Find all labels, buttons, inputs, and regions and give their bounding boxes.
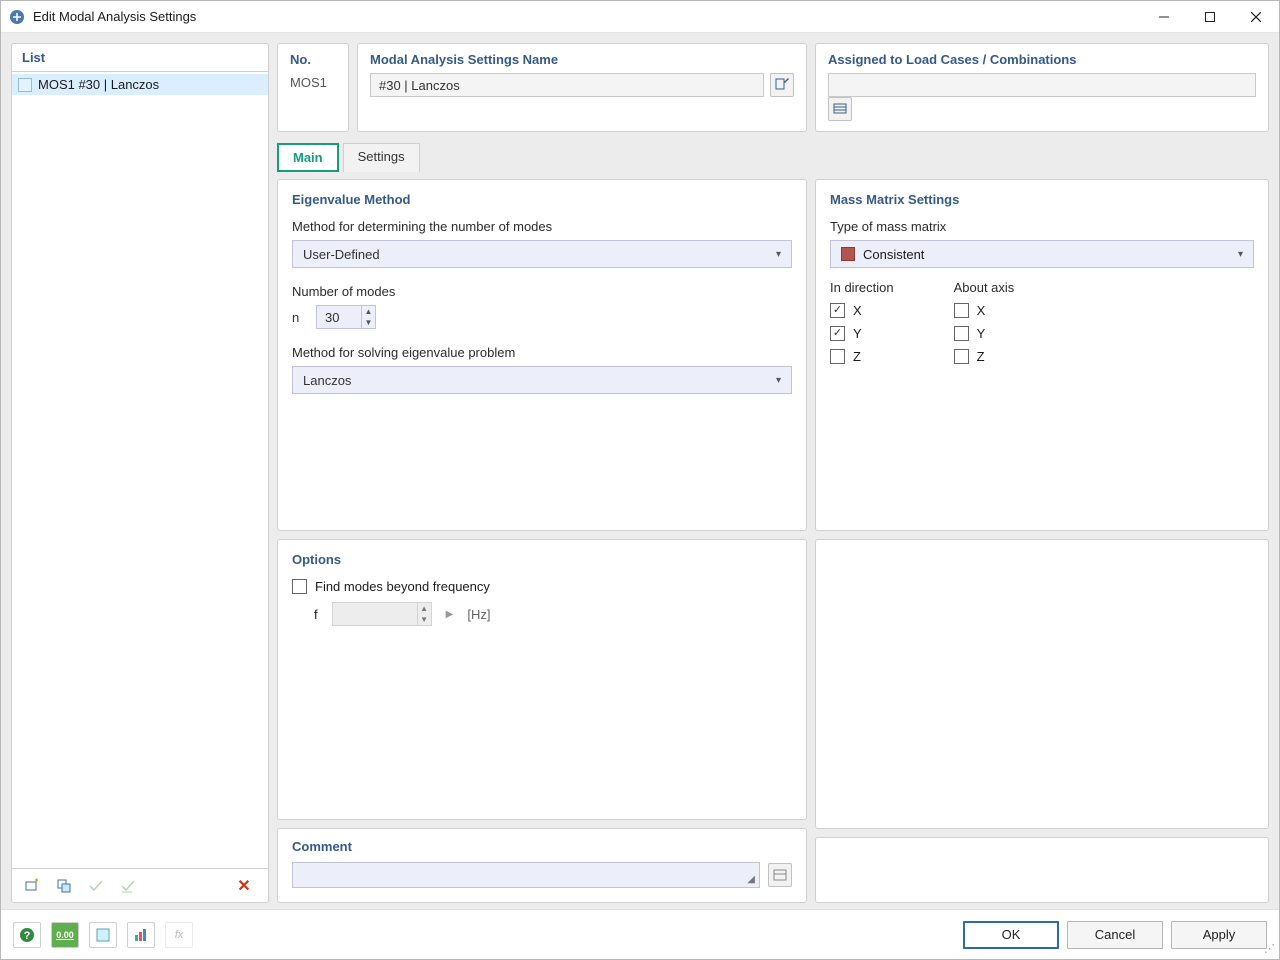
comment-input[interactable]: ◢ <box>292 862 760 888</box>
svg-text:?: ? <box>24 930 31 942</box>
assigned-label: Assigned to Load Cases / Combinations <box>828 52 1256 67</box>
header-row: No. MOS1 Modal Analysis Settings Name #3… <box>277 43 1269 132</box>
list-item-swatch <box>18 78 32 92</box>
method-solve-label: Method for solving eigenvalue problem <box>292 345 792 360</box>
help-button[interactable]: ? <box>13 922 41 948</box>
method-solve-value: Lanczos <box>303 373 351 388</box>
indirection-label: In direction <box>830 280 894 295</box>
number-card: No. MOS1 <box>277 43 349 132</box>
name-card: Modal Analysis Settings Name #30 | Lancz… <box>357 43 807 132</box>
ax-y-label: Y <box>977 326 986 341</box>
edit-name-button[interactable] <box>770 73 794 97</box>
mass-type-swatch <box>841 247 855 261</box>
ax-x-checkbox[interactable] <box>954 303 969 318</box>
tab-strip: Main Settings <box>277 140 1269 171</box>
tab-main[interactable]: Main <box>277 143 339 172</box>
check-button-2 <box>114 873 142 899</box>
number-modes-label: Number of modes <box>292 284 792 299</box>
f-value-input: ▲▼ <box>332 602 432 626</box>
window-title: Edit Modal Analysis Settings <box>33 9 1141 24</box>
units-button[interactable]: 0.00 <box>51 922 79 948</box>
ok-button[interactable]: OK <box>963 921 1059 949</box>
tab-page-main: Eigenvalue Method Method for determining… <box>277 179 1269 903</box>
sidebar: List MOS1 #30 | Lanczos <box>11 43 269 903</box>
number-value: MOS1 <box>290 73 336 92</box>
eigenvalue-title: Eigenvalue Method <box>292 192 792 207</box>
options-title: Options <box>292 552 792 567</box>
find-beyond-checkbox[interactable] <box>292 579 307 594</box>
delete-item-button[interactable]: ✕ <box>230 873 258 899</box>
comment-title: Comment <box>292 839 792 854</box>
dir-x-checkbox[interactable] <box>830 303 845 318</box>
name-input[interactable]: #30 | Lanczos <box>370 73 764 97</box>
options-section: Options Find modes beyond frequency f ▲▼ <box>277 539 807 820</box>
f-symbol: f <box>314 607 318 622</box>
chevron-down-icon: ▾ <box>1238 249 1243 260</box>
ax-z-checkbox[interactable] <box>954 349 969 364</box>
check-button-1 <box>82 873 110 899</box>
dialog-body: List MOS1 #30 | Lanczos <box>1 33 1279 909</box>
list-item[interactable]: MOS1 #30 | Lanczos <box>12 74 268 95</box>
ax-z-label: Z <box>977 349 985 364</box>
maximize-button[interactable] <box>1187 1 1233 33</box>
n-symbol: n <box>292 310 306 325</box>
n-value: 30 <box>317 310 361 325</box>
fx-button: fx <box>165 922 193 948</box>
view-button[interactable] <box>89 922 117 948</box>
tab-settings[interactable]: Settings <box>343 143 420 172</box>
dir-z-checkbox[interactable] <box>830 349 845 364</box>
mass-type-value: Consistent <box>863 247 924 262</box>
ax-y-checkbox[interactable] <box>954 326 969 341</box>
titlebar: Edit Modal Analysis Settings <box>1 1 1279 33</box>
n-spinner[interactable]: ▲▼ <box>361 306 375 328</box>
list-item-label: MOS1 #30 | Lanczos <box>38 77 159 92</box>
assigned-card: Assigned to Load Cases / Combinations <box>815 43 1269 132</box>
number-label: No. <box>290 52 336 67</box>
resize-grip-icon: ◢ <box>747 874 755 885</box>
name-label: Modal Analysis Settings Name <box>370 52 794 67</box>
assigned-browse-button[interactable] <box>828 97 852 121</box>
method-solve-dropdown[interactable]: Lanczos ▾ <box>292 366 792 394</box>
mass-title: Mass Matrix Settings <box>830 192 1254 207</box>
dialog-window: Edit Modal Analysis Settings List MOS1 #… <box>0 0 1280 960</box>
dir-x-label: X <box>853 303 862 318</box>
duplicate-item-button[interactable] <box>50 873 78 899</box>
method-modes-dropdown[interactable]: User-Defined ▾ <box>292 240 792 268</box>
f-unit: [Hz] <box>467 607 490 622</box>
comment-section: Comment ◢ <box>277 828 807 903</box>
dialog-footer: ? 0.00 fx OK Cancel Apply <box>1 909 1279 959</box>
assigned-input[interactable] <box>828 73 1256 97</box>
dir-y-label: Y <box>853 326 862 341</box>
chevron-down-icon: ▾ <box>776 375 781 386</box>
mass-type-label: Type of mass matrix <box>830 219 1254 234</box>
minimize-button[interactable] <box>1141 1 1187 33</box>
mass-matrix-section: Mass Matrix Settings Type of mass matrix… <box>815 179 1269 531</box>
dir-z-label: Z <box>853 349 861 364</box>
arrow-right-icon: ▶ <box>446 609 454 620</box>
main-area: No. MOS1 Modal Analysis Settings Name #3… <box>277 43 1269 903</box>
ax-x-label: X <box>977 303 986 318</box>
apply-button[interactable]: Apply <box>1171 921 1267 949</box>
aboutaxis-label: About axis <box>954 280 1015 295</box>
chart-button[interactable] <box>127 922 155 948</box>
method-modes-value: User-Defined <box>303 247 380 262</box>
close-button[interactable] <box>1233 1 1279 33</box>
comment-browse-button[interactable] <box>768 863 792 887</box>
mass-type-dropdown[interactable]: Consistent ▾ <box>830 240 1254 268</box>
empty-section-right <box>815 539 1269 829</box>
settings-list[interactable]: MOS1 #30 | Lanczos <box>12 72 268 868</box>
n-value-input[interactable]: 30 ▲▼ <box>316 305 376 329</box>
find-beyond-label: Find modes beyond frequency <box>315 579 490 594</box>
dir-y-checkbox[interactable] <box>830 326 845 341</box>
new-item-button[interactable] <box>18 873 46 899</box>
cancel-button[interactable]: Cancel <box>1067 921 1163 949</box>
sidebar-header: List <box>12 44 268 72</box>
method-modes-label: Method for determining the number of mod… <box>292 219 792 234</box>
empty-section-right-bottom <box>815 837 1269 903</box>
chevron-down-icon: ▾ <box>776 249 781 260</box>
app-icon <box>9 9 25 25</box>
eigenvalue-section: Eigenvalue Method Method for determining… <box>277 179 807 531</box>
sidebar-toolbar: ✕ <box>11 869 269 903</box>
